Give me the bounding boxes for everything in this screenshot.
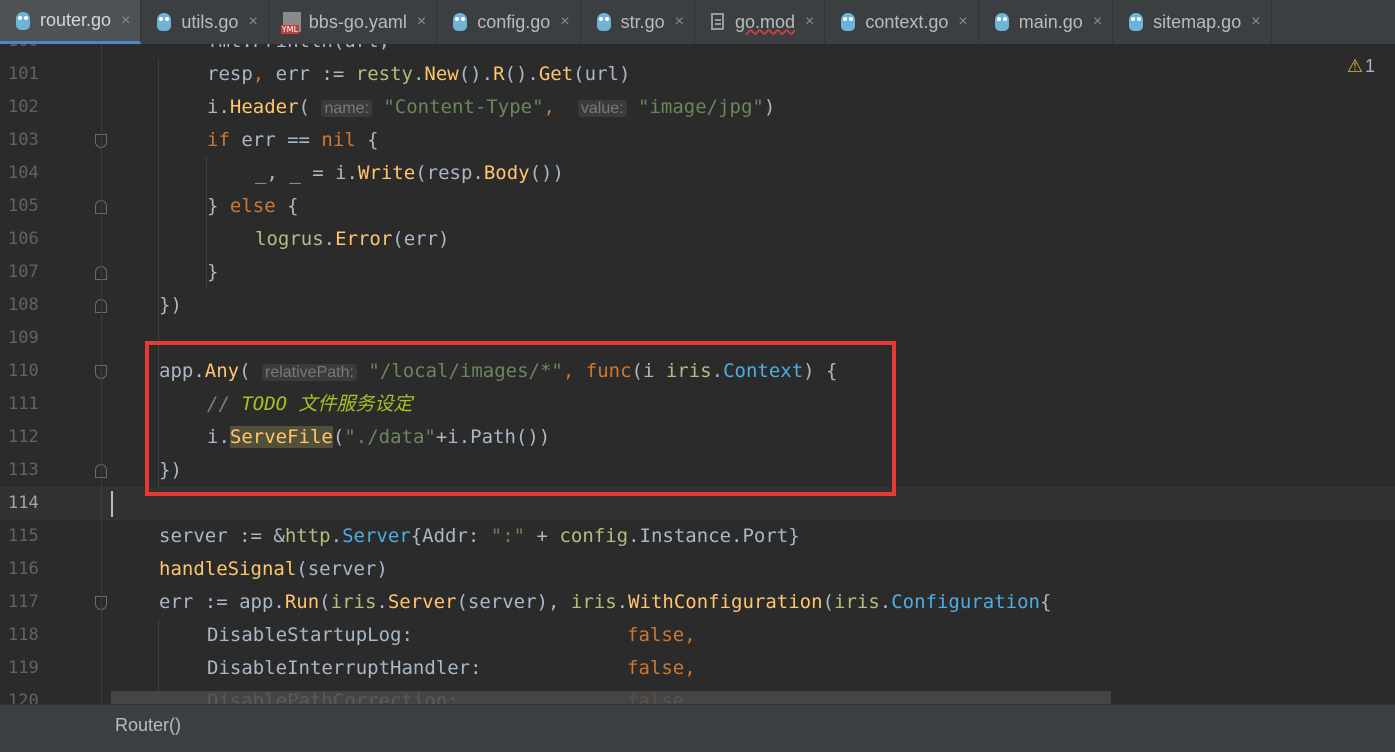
code-line-106: 106 logrus.Error(err) bbox=[0, 223, 1395, 256]
close-icon[interactable]: × bbox=[121, 12, 130, 30]
tab-label: config.go bbox=[477, 11, 551, 32]
tab-label: go.mod bbox=[734, 11, 796, 32]
code-text: fmt.Println(url, bbox=[207, 44, 390, 58]
code-line-107: 107 } bbox=[0, 256, 1395, 289]
close-icon[interactable]: × bbox=[417, 13, 426, 31]
close-icon[interactable]: × bbox=[958, 13, 967, 31]
warning-count: 1 bbox=[1364, 56, 1375, 76]
gopher-icon bbox=[155, 12, 173, 32]
code-text: resp, err := resty.New().R().Get(url) bbox=[207, 63, 631, 85]
tab-go-mod[interactable]: go.mod × bbox=[695, 0, 826, 44]
code-text: false, bbox=[627, 624, 696, 646]
code-line-102: 102 i.Header( name: "Content-Type", valu… bbox=[0, 91, 1395, 124]
code-text: if err == nil { bbox=[207, 129, 379, 151]
tab-sitemap-go[interactable]: sitemap.go × bbox=[1113, 0, 1272, 44]
code-text: } else { bbox=[207, 195, 299, 217]
gopher-icon bbox=[1127, 12, 1145, 32]
code-text: i.Header( name: "Content-Type", value: "… bbox=[207, 96, 776, 118]
code-text: } bbox=[207, 261, 219, 283]
code-line-108: 108 }) bbox=[0, 289, 1395, 322]
tab-label: main.go bbox=[1018, 11, 1083, 32]
tab-label: str.go bbox=[620, 11, 665, 32]
close-icon[interactable]: × bbox=[248, 13, 257, 31]
tab-label: router.go bbox=[40, 10, 112, 30]
code-line-103: 103 if err == nil { bbox=[0, 124, 1395, 157]
code-text: _, _ = i.Write(resp.Body()) bbox=[255, 162, 564, 184]
code-text: DisableInterruptHandler: bbox=[207, 657, 482, 679]
breadcrumb-bar: Router() bbox=[0, 704, 1395, 752]
gopher-icon bbox=[993, 12, 1011, 32]
code-line-115: 115 server := &http.Server{Addr: ":" + c… bbox=[0, 520, 1395, 553]
code-text: DisableStartupLog: bbox=[207, 624, 413, 646]
parameter-hint: value: bbox=[577, 100, 627, 117]
close-icon[interactable]: × bbox=[560, 13, 569, 31]
tab-label: context.go bbox=[865, 11, 949, 32]
code-line-104: 104 _, _ = i.Write(resp.Body()) bbox=[0, 157, 1395, 190]
mod-file-icon bbox=[709, 12, 727, 32]
yml-file-icon bbox=[280, 12, 301, 34]
editor-tab-bar: router.go × utils.go × bbs-go.yaml × con… bbox=[0, 0, 1395, 45]
code-line-119: 119 DisableInterruptHandler: false, bbox=[0, 652, 1395, 685]
gopher-icon bbox=[451, 12, 469, 32]
text-caret bbox=[111, 491, 113, 517]
code-line-101: 101 resp, err := resty.New().R().Get(url… bbox=[0, 58, 1395, 91]
close-icon[interactable]: × bbox=[1093, 13, 1102, 31]
code-line-105: 105 } else { bbox=[0, 190, 1395, 223]
tab-router-go[interactable]: router.go × bbox=[0, 0, 142, 44]
highlight-annotation-box bbox=[145, 341, 896, 496]
tab-str-go[interactable]: str.go × bbox=[581, 0, 695, 44]
warning-icon: ⚠ bbox=[1346, 56, 1363, 76]
code-line-118: 118 DisableStartupLog: false, bbox=[0, 619, 1395, 652]
code-text: err := app.Run(iris.Server(server), iris… bbox=[159, 591, 1052, 613]
breadcrumb[interactable]: Router() bbox=[115, 715, 181, 736]
code-text: logrus.Error(err) bbox=[255, 228, 450, 250]
gopher-icon bbox=[14, 11, 32, 31]
close-icon[interactable]: × bbox=[1251, 13, 1260, 31]
code-text: false, bbox=[627, 657, 696, 679]
close-icon[interactable]: × bbox=[805, 13, 814, 31]
gutter-separator bbox=[101, 44, 102, 704]
tab-label: utils.go bbox=[181, 11, 239, 32]
tab-utils-go[interactable]: utils.go × bbox=[141, 0, 269, 44]
tab-main-go[interactable]: main.go × bbox=[979, 0, 1114, 44]
tab-config-go[interactable]: config.go × bbox=[437, 0, 581, 44]
parameter-hint: name: bbox=[321, 100, 372, 117]
code-line-116: 116 handleSignal(server) bbox=[0, 553, 1395, 586]
inspection-warnings[interactable]: ⚠ 1 bbox=[1347, 56, 1375, 77]
code-text: }) bbox=[159, 294, 182, 316]
tab-bbs-go-yaml[interactable]: bbs-go.yaml × bbox=[269, 0, 438, 44]
code-text: handleSignal(server) bbox=[159, 558, 388, 580]
horizontal-scrollbar[interactable] bbox=[111, 691, 1111, 704]
code-text: server := &http.Server{Addr: ":" + confi… bbox=[159, 525, 800, 547]
code-line-117: 117 err := app.Run(iris.Server(server), … bbox=[0, 586, 1395, 619]
code-line-100: 100 fmt.Println(url, bbox=[0, 44, 1395, 58]
tab-context-go[interactable]: context.go × bbox=[825, 0, 979, 44]
gopher-icon bbox=[595, 12, 613, 32]
gopher-icon bbox=[839, 12, 857, 32]
tab-label: sitemap.go bbox=[1153, 11, 1242, 32]
close-icon[interactable]: × bbox=[675, 13, 684, 31]
tab-label: bbs-go.yaml bbox=[308, 11, 407, 32]
